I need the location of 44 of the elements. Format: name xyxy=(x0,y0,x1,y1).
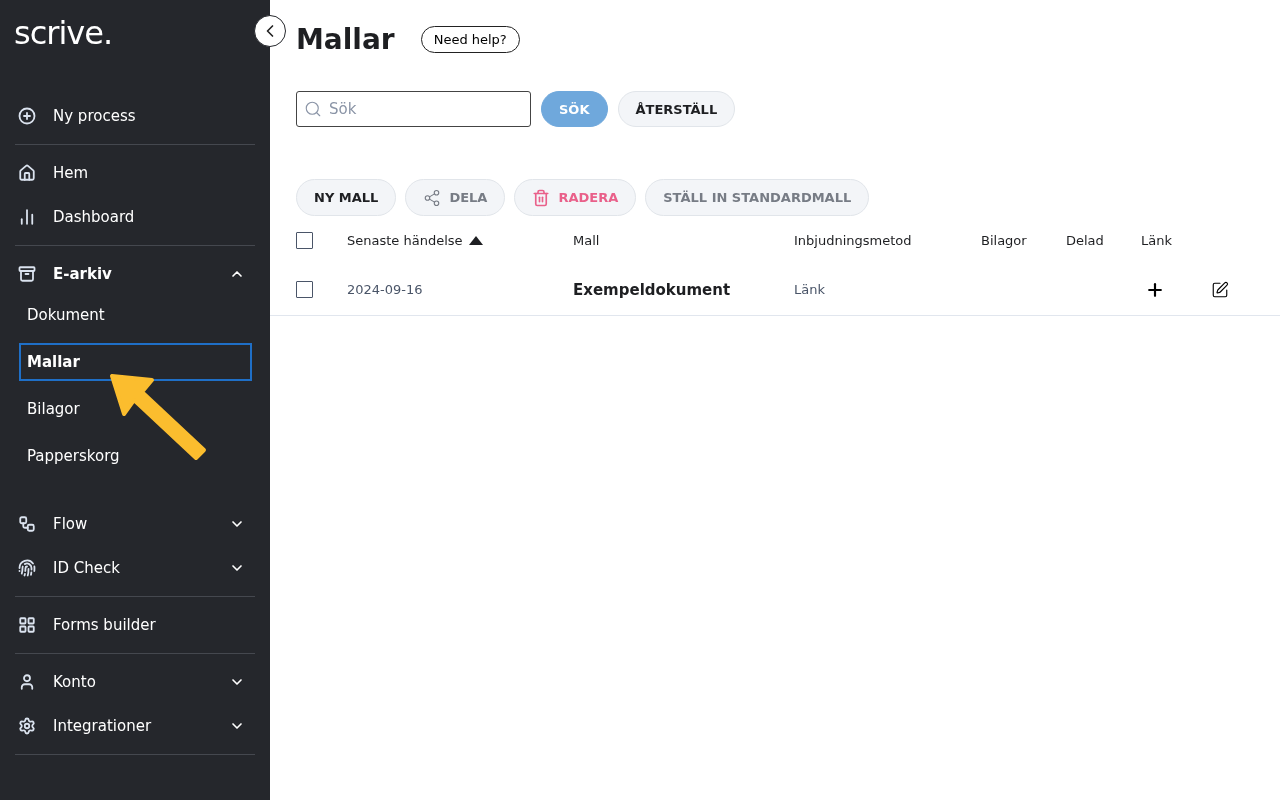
logo: scrive. xyxy=(13,13,113,54)
nav-icon xyxy=(18,616,36,634)
nav-item[interactable]: Konto xyxy=(15,660,255,704)
sort-icon xyxy=(468,235,483,245)
nav-subitem[interactable]: Mallar xyxy=(19,343,252,381)
trash-icon xyxy=(532,188,551,207)
nav-icon xyxy=(18,208,36,226)
search-field[interactable]: Sök xyxy=(296,91,531,127)
nav-item[interactable]: Ny process xyxy=(15,94,255,138)
search-icon xyxy=(304,100,322,118)
column-header[interactable]: Inbjudningsmetod xyxy=(794,232,912,248)
nav-subitem[interactable]: Dokument xyxy=(19,296,252,334)
nav-icon xyxy=(18,164,36,182)
nav-item[interactable]: Dashboard xyxy=(15,195,255,239)
column-header[interactable]: Senaste händelse xyxy=(347,232,483,248)
share-icon xyxy=(423,188,442,207)
date-cell: 2024-09-16 xyxy=(347,282,423,297)
method-cell: Länk xyxy=(794,282,825,297)
nav-item[interactable]: Flow xyxy=(15,502,255,546)
page-title: Mallar xyxy=(296,22,395,56)
reset-button[interactable]: ÅTERSTÄLL xyxy=(617,91,736,127)
nav-icon xyxy=(18,673,36,691)
row-checkbox[interactable] xyxy=(296,281,313,298)
select-all-checkbox[interactable] xyxy=(296,231,313,249)
nav-icon xyxy=(18,515,36,533)
template-name[interactable]: Exempeldokument xyxy=(573,280,731,299)
nav-icon xyxy=(18,717,36,735)
nav-icon xyxy=(18,107,36,125)
nav-subitem[interactable]: Papperskorg xyxy=(19,437,252,475)
nav-item[interactable]: E-arkiv xyxy=(15,252,255,296)
column-header[interactable]: Bilagor xyxy=(981,232,1027,248)
nav-icon xyxy=(18,559,36,577)
column-header[interactable]: Mall xyxy=(573,232,600,248)
nav-item[interactable]: Hem xyxy=(15,151,255,195)
nav-item[interactable]: Forms builder xyxy=(15,603,255,647)
nav-item[interactable]: Integrationer xyxy=(15,704,255,748)
column-header[interactable]: Länk xyxy=(1141,232,1172,248)
nav-icon xyxy=(18,265,36,283)
action-button[interactable]: NY MALL xyxy=(296,179,397,216)
column-header[interactable]: Delad xyxy=(1066,232,1104,248)
nav-subitem[interactable]: Bilagor xyxy=(19,390,252,428)
nav-item[interactable]: ID Check xyxy=(15,546,255,590)
edit-icon[interactable] xyxy=(1211,280,1229,299)
help-button[interactable]: Need help? xyxy=(420,25,520,53)
